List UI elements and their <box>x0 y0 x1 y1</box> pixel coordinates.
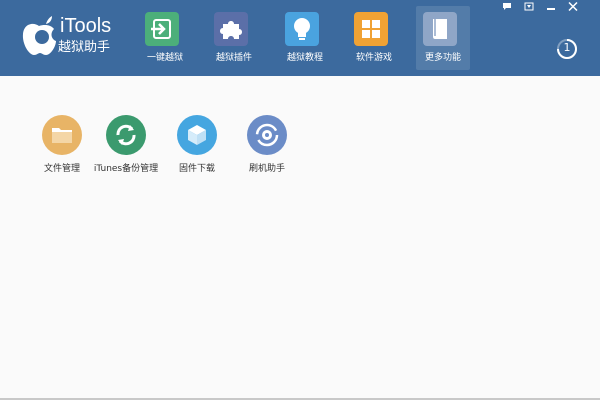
tool-label: 刷机助手 <box>248 164 285 174</box>
app-logo: iTools 越狱助手 <box>20 14 130 62</box>
book-icon <box>423 12 457 46</box>
close-button[interactable] <box>562 0 584 14</box>
nav-label: 越狱教程 <box>286 53 323 63</box>
app-window: iTools 越狱助手 一键越狱 越狱插件 越狱教程 软件游戏 更多功能 1 文… <box>0 0 600 400</box>
minimize-button[interactable] <box>540 0 562 14</box>
app-subtitle: 越狱助手 <box>58 40 111 55</box>
nav-item-jailbreak[interactable]: 一键越狱 <box>138 6 192 70</box>
nav-label: 越狱插件 <box>215 53 252 63</box>
box-icon <box>177 115 217 155</box>
refresh-gear-icon <box>247 115 287 155</box>
puzzle-icon <box>214 12 248 46</box>
tool-label: 固件下载 <box>178 164 215 174</box>
nav-label: 更多功能 <box>424 53 461 63</box>
grid-icon <box>354 12 388 46</box>
close-icon <box>568 2 578 11</box>
tool-firmware-download[interactable]: 固件下载 <box>157 115 237 185</box>
nav-item-plugins[interactable]: 越狱插件 <box>207 6 261 70</box>
badge-count: 1 <box>563 41 571 54</box>
header-bar: iTools 越狱助手 一键越狱 越狱插件 越狱教程 软件游戏 更多功能 1 <box>0 0 600 76</box>
menu-icon <box>524 2 534 11</box>
tool-flash-assistant[interactable]: 刷机助手 <box>227 115 307 185</box>
nav-item-more[interactable]: 更多功能 <box>416 6 470 70</box>
apple-logo-icon <box>22 16 56 55</box>
tool-itunes-backup[interactable]: iTunes备份管理 <box>86 115 166 185</box>
nav-label: 一键越狱 <box>146 53 183 63</box>
feedback-icon <box>503 3 511 10</box>
lightbulb-icon <box>285 12 319 46</box>
app-title: iTools <box>60 15 112 37</box>
folder-icon <box>42 115 82 155</box>
minimize-icon <box>547 8 555 10</box>
sync-icon <box>106 115 146 155</box>
nav-item-apps-games[interactable]: 软件游戏 <box>347 6 401 70</box>
nav-label: 软件游戏 <box>355 53 392 63</box>
menu-button[interactable] <box>518 0 540 14</box>
nav-item-tutorial[interactable]: 越狱教程 <box>278 6 332 70</box>
notification-badge[interactable]: 1 <box>556 38 578 60</box>
tool-label: iTunes备份管理 <box>93 164 159 174</box>
enter-icon <box>145 12 179 46</box>
feedback-button[interactable] <box>496 0 518 14</box>
